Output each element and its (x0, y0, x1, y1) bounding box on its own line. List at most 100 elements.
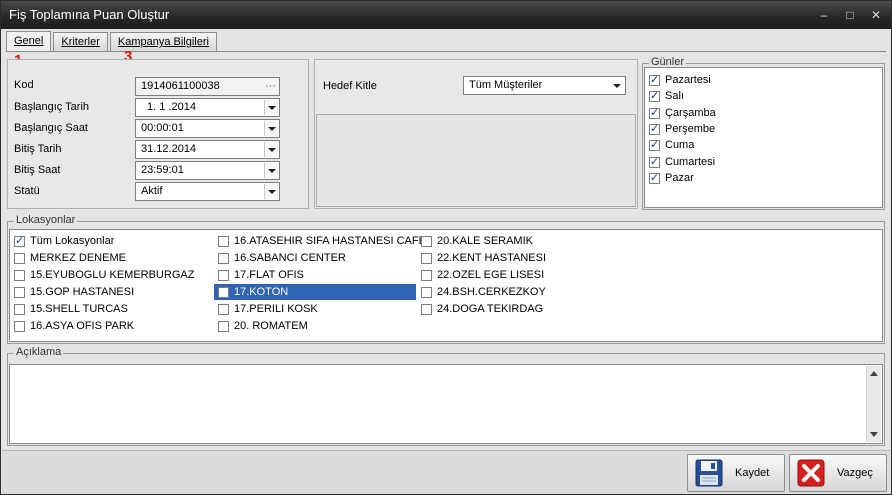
location-checkbox[interactable]: 16.ATASEHIR SIFA HASTANESI CAFE (216, 233, 426, 249)
day-label: Pazar (665, 172, 694, 184)
checkbox-icon[interactable] (421, 303, 432, 315)
checkbox-icon[interactable] (421, 235, 432, 247)
day-label: Çarşamba (665, 107, 716, 119)
location-checkbox[interactable]: 22.OZEL EGE LISESI (421, 267, 544, 283)
location-checkbox[interactable]: 15.SHELL TURCAS (14, 301, 128, 317)
location-label: 24.DOGA TEKIRDAG (437, 303, 544, 315)
checkbox-checked-icon[interactable] (649, 138, 660, 151)
tab-kriterler[interactable]: Kriterler (53, 32, 108, 51)
checkbox-icon[interactable] (218, 303, 229, 315)
location-checkbox[interactable]: MERKEZ DENEME (14, 250, 126, 266)
checkbox-icon[interactable] (421, 286, 432, 298)
description-textarea[interactable] (9, 364, 883, 444)
day-label: Pazartesi (665, 74, 711, 86)
checkbox-icon[interactable] (218, 286, 229, 298)
description-panel: Açıklama (7, 346, 885, 446)
minimize-button[interactable]: – (817, 1, 831, 29)
checkbox-icon[interactable] (218, 320, 229, 332)
checkbox-icon[interactable] (14, 303, 25, 315)
scroll-down-icon[interactable] (870, 432, 878, 437)
checkbox-icon[interactable] (218, 269, 229, 281)
status-select[interactable]: Aktif (135, 182, 280, 201)
code-field[interactable]: 1914061100038 ··· (135, 77, 280, 96)
location-checkbox[interactable]: 17.PERILI KOSK (216, 301, 416, 317)
checkbox-icon[interactable] (14, 269, 25, 281)
chevron-down-icon[interactable] (264, 121, 278, 136)
cancel-button[interactable]: Vazgeç (789, 454, 887, 492)
location-label: 16.SABANCI CENTER (234, 252, 346, 264)
checkbox-checked-icon[interactable] (649, 89, 660, 102)
checkbox-checked-icon[interactable] (649, 155, 660, 168)
location-checkbox[interactable]: 16.SABANCI CENTER (216, 250, 416, 266)
window-title: Fiş Toplamına Puan Oluştur (9, 7, 170, 22)
start-date-picker[interactable]: 1. 1 .2014 (135, 98, 280, 117)
code-label: Kod (14, 79, 34, 91)
location-label: 16.ASYA OFIS PARK (30, 320, 135, 332)
end-time-picker[interactable]: 23:59:01 (135, 161, 280, 180)
day-checkbox-cuma[interactable]: Cuma (649, 137, 694, 153)
chevron-down-icon[interactable] (264, 184, 278, 199)
end-date-picker[interactable]: 31.12.2014 (135, 140, 280, 159)
scroll-up-icon[interactable] (870, 371, 878, 376)
checkbox-checked-icon[interactable] (649, 171, 660, 184)
checkbox-icon[interactable] (218, 235, 229, 247)
chevron-down-icon[interactable] (264, 163, 278, 178)
target-label: Hedef Kitle (323, 80, 377, 92)
location-checkbox[interactable]: 22.KENT HASTANESI (421, 250, 546, 266)
checkbox-checked-icon[interactable] (14, 234, 25, 247)
checkbox-icon[interactable] (14, 286, 25, 298)
locations-legend: Lokasyonlar (14, 214, 78, 226)
location-label: 15.GOP HASTANESI (30, 286, 135, 298)
chevron-down-icon[interactable] (264, 100, 278, 115)
location-checkbox[interactable]: 16.ASYA OFIS PARK (14, 318, 134, 334)
checkbox-checked-icon[interactable] (649, 106, 660, 119)
checkbox-checked-icon[interactable] (649, 122, 660, 135)
close-button[interactable]: ✕ (869, 1, 883, 29)
location-checkbox[interactable]: 24.DOGA TEKIRDAG (421, 301, 543, 317)
checkbox-icon[interactable] (14, 252, 25, 264)
location-checkbox[interactable]: 17.FLAT OFIS (216, 267, 416, 283)
close-icon (795, 457, 827, 489)
tab-bar: Genel Kriterler Kampanya Bilgileri (6, 31, 219, 52)
location-label: 20. ROMATEM (234, 320, 308, 332)
chevron-down-icon[interactable] (610, 78, 624, 93)
location-checkbox[interactable]: 20.KALE SERAMIK (421, 233, 533, 249)
start-date-value: 1. 1 .2014 (147, 101, 196, 113)
day-label: Cumartesi (665, 156, 716, 168)
checkbox-icon[interactable] (421, 269, 432, 281)
start-time-picker[interactable]: 00:00:01 (135, 119, 280, 138)
location-checkbox[interactable]: 15.EYUBOGLU KEMERBURGAZ (14, 267, 194, 283)
day-checkbox-sali[interactable]: Salı (649, 88, 684, 104)
checkbox-icon[interactable] (218, 252, 229, 264)
checkbox-icon[interactable] (14, 320, 25, 332)
location-checkbox-selected[interactable]: 17.KOTON (214, 284, 416, 300)
day-checkbox-carsamba[interactable]: Çarşamba (649, 105, 716, 121)
tab-genel[interactable]: Genel (6, 31, 52, 51)
checkbox-checked-icon[interactable] (649, 73, 660, 86)
location-label: 24.BSH.CERKEZKOY (437, 286, 546, 298)
location-label: MERKEZ DENEME (30, 252, 126, 264)
save-button-label: Kaydet (735, 467, 770, 479)
locations-panel: Lokasyonlar Tüm Lokasyonlar MERKEZ DENEM… (7, 214, 885, 344)
location-checkbox[interactable]: 20. ROMATEM (216, 318, 416, 334)
title-bar[interactable]: Fiş Toplamına Puan Oluştur – □ ✕ (1, 1, 891, 29)
day-checkbox-persembe[interactable]: Perşembe (649, 121, 715, 137)
maximize-button[interactable]: □ (843, 1, 857, 29)
location-checkbox[interactable]: 15.GOP HASTANESI (14, 284, 134, 300)
location-checkbox[interactable]: Tüm Lokasyonlar (14, 233, 114, 249)
description-scrollbar[interactable] (866, 366, 881, 442)
start-time-value: 00:00:01 (141, 122, 184, 134)
target-detail-area (316, 114, 636, 207)
general-panel: Kod 1914061100038 ··· Başlangıç Tarih 1.… (7, 59, 309, 209)
day-checkbox-pazar[interactable]: Pazar (649, 170, 694, 186)
save-button[interactable]: Kaydet (687, 454, 785, 492)
chevron-down-icon[interactable] (264, 142, 278, 157)
checkbox-icon[interactable] (421, 252, 432, 264)
location-checkbox[interactable]: 24.BSH.CERKEZKOY (421, 284, 546, 300)
day-checkbox-cumartesi[interactable]: Cumartesi (649, 154, 715, 170)
target-value: Tüm Müşteriler (469, 79, 543, 91)
code-lookup-button[interactable]: ··· (265, 78, 276, 95)
locations-list: Tüm Lokasyonlar MERKEZ DENEME 15.EYUBOGL… (9, 229, 883, 342)
day-checkbox-pazartesi[interactable]: Pazartesi (649, 72, 711, 88)
target-select[interactable]: Tüm Müşteriler (463, 76, 626, 95)
